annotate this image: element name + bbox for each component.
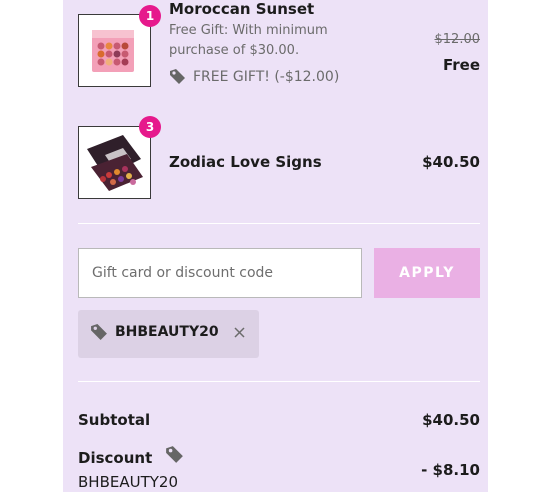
tag-text: FREE GIFT! (-$12.00) [193, 68, 340, 85]
divider [78, 381, 480, 382]
tag-icon [90, 323, 108, 345]
discount-value: - $8.10 [421, 461, 480, 479]
tag-icon [165, 445, 184, 468]
discount-code-label: BHBEAUTY20 [78, 473, 178, 491]
item-price: $40.50 [422, 153, 480, 171]
item-name: Zodiac Love Signs [169, 153, 322, 171]
item-price: Free [442, 56, 480, 74]
item-note: Free Gift: With minimum purchase of $30.… [169, 23, 328, 58]
item-name: Moroccan Sunset [169, 0, 315, 18]
applied-code: BHBEAUTY20 [115, 324, 219, 340]
product-thumbnail-zodiac-love-signs [78, 126, 151, 199]
subtotal-value: $40.50 [422, 411, 480, 429]
subtotal-label: Subtotal [78, 411, 151, 429]
quantity-badge: 1 [139, 5, 161, 27]
apply-button[interactable]: APPLY [374, 248, 480, 298]
discount-label: Discount [78, 449, 153, 467]
applied-discount-chip: BHBEAUTY20 [78, 310, 259, 358]
quantity-badge: 3 [139, 116, 161, 138]
tag-icon [169, 68, 186, 85]
discount-code-input[interactable]: Gift card or discount code [78, 248, 362, 298]
remove-discount-close-icon[interactable] [233, 324, 246, 343]
product-thumbnail-moroccan-sunset [78, 14, 151, 87]
free-gift-tag: FREE GIFT! (-$12.00) [169, 68, 339, 85]
divider [78, 223, 480, 224]
original-price: $12.00 [434, 32, 481, 47]
